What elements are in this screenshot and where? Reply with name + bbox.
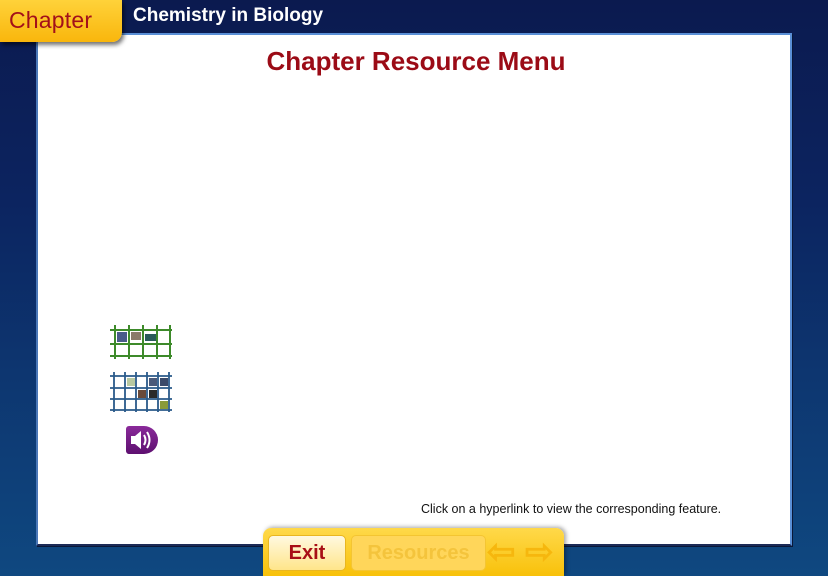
image-bank-grid-icon[interactable] (110, 372, 172, 412)
back-arrow-icon[interactable]: ⇦ (487, 535, 516, 569)
resources-button[interactable]: Resources (351, 535, 486, 571)
forward-arrow-icon[interactable]: ⇨ (525, 535, 554, 569)
bottom-navbar: Exit Resources ⇦ ⇨ (263, 528, 564, 576)
chapter-tab: Chapter (0, 0, 122, 42)
chapter-title: Chemistry in Biology (133, 5, 324, 26)
chapter-tab-label: Chapter (9, 7, 93, 33)
content-panel (36, 33, 792, 546)
menu-title: Chapter Resource Menu (266, 46, 566, 76)
hint-text: Click on a hyperlink to view the corresp… (421, 502, 722, 516)
speaker-icon[interactable] (126, 426, 158, 454)
exit-button[interactable]: Exit (268, 535, 346, 571)
transparencies-grid-icon[interactable] (110, 325, 172, 359)
